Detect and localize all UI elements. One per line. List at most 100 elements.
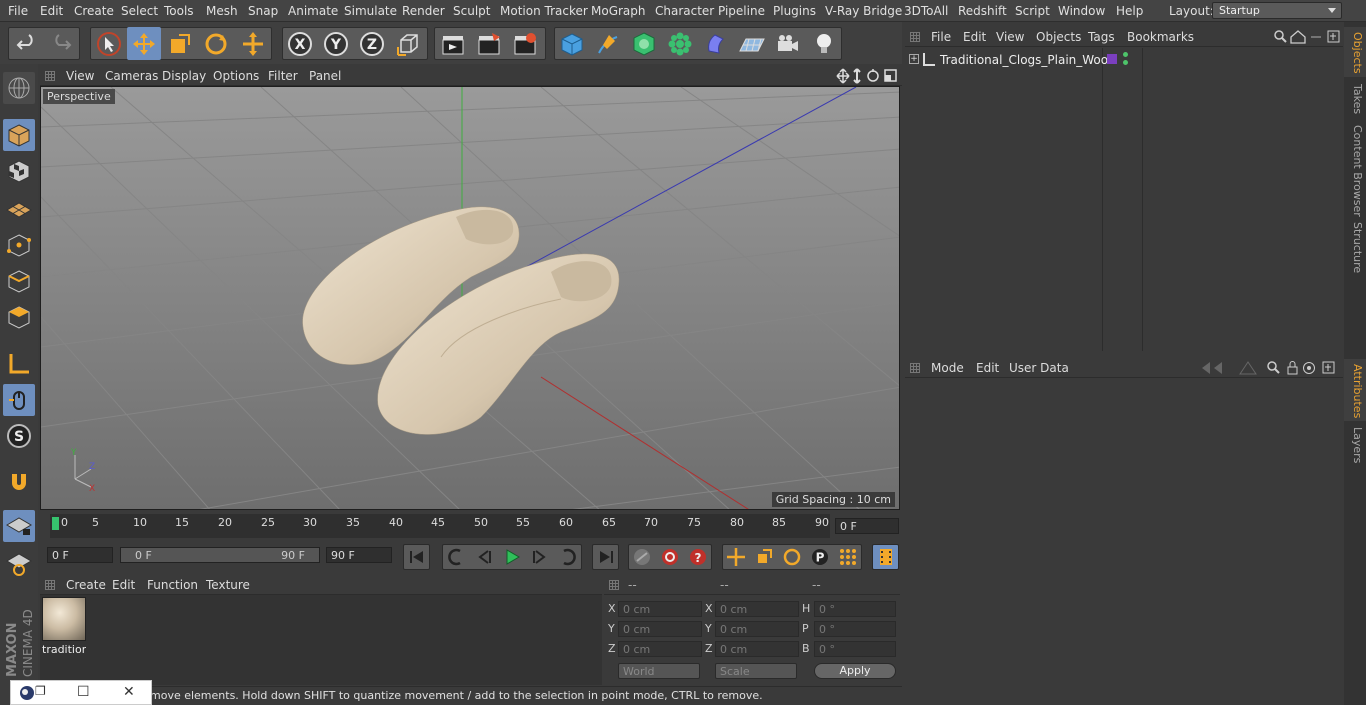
preview-range-slider[interactable]: 0 F 90 F: [120, 547, 320, 563]
keyframe-selection-button[interactable]: ?: [684, 544, 711, 570]
z-axis-lock-button[interactable]: Z: [355, 27, 389, 60]
tab-structure[interactable]: Structure: [1346, 222, 1364, 273]
tab-attributes[interactable]: Attributes: [1346, 364, 1364, 418]
tab-takes[interactable]: Takes: [1346, 84, 1364, 114]
menu-motion-tracker[interactable]: Motion Tracker: [500, 4, 588, 18]
timeline-ruler[interactable]: 0 5 10 15 20 25 30 35 40 45 50 55 60 65 …: [50, 514, 830, 538]
pos-x-field[interactable]: 0 cm: [618, 601, 702, 617]
apply-button[interactable]: Apply: [814, 663, 896, 679]
autokeying-button[interactable]: [656, 544, 683, 570]
panel-grip-icon[interactable]: [45, 580, 55, 590]
menu-character[interactable]: Character: [655, 4, 714, 18]
menu-select[interactable]: Select: [121, 4, 158, 18]
x-axis-lock-button[interactable]: X: [283, 27, 317, 60]
menu-snap[interactable]: Snap: [248, 4, 278, 18]
menu-animate[interactable]: Animate: [288, 4, 338, 18]
viewport-menu-cameras[interactable]: Cameras: [105, 69, 158, 83]
next-frame-button[interactable]: [526, 544, 553, 570]
snap-button[interactable]: [3, 467, 35, 499]
object-manager-tools[interactable]: [1273, 29, 1341, 45]
rot-h-field[interactable]: 0 °: [814, 601, 896, 617]
coordinate-mode-dropdown[interactable]: World: [618, 663, 700, 679]
material-menu-texture[interactable]: Texture: [206, 578, 250, 592]
make-editable-button[interactable]: [3, 72, 35, 104]
menu-file[interactable]: File: [8, 4, 28, 18]
menu-edit[interactable]: Edit: [40, 4, 63, 18]
position-key-button[interactable]: [722, 544, 749, 570]
menu-mograph[interactable]: MoGraph: [591, 4, 646, 18]
tab-objects[interactable]: Objects: [1346, 32, 1364, 74]
deformer-button[interactable]: [699, 27, 733, 60]
menu-sculpt[interactable]: Sculpt: [453, 4, 490, 18]
object-menu-edit[interactable]: Edit: [963, 30, 986, 44]
points-mode-button[interactable]: [3, 229, 35, 261]
polygons-mode-button[interactable]: [3, 301, 35, 333]
object-menu-objects[interactable]: Objects: [1036, 30, 1081, 44]
object-menu-bookmarks[interactable]: Bookmarks: [1127, 30, 1194, 44]
tab-layers[interactable]: Layers: [1346, 427, 1364, 463]
previous-frame-button[interactable]: [470, 544, 497, 570]
material-menu-create[interactable]: Create: [66, 578, 106, 592]
viewport-menu-options[interactable]: Options: [213, 69, 259, 83]
pos-y-field[interactable]: 0 cm: [618, 621, 702, 637]
object-row[interactable]: + Traditional_Clogs_Plain_Wood: [905, 50, 1343, 70]
expand-icon[interactable]: +: [909, 54, 919, 64]
cube-object-button[interactable]: [555, 27, 589, 60]
y-axis-lock-button[interactable]: Y: [319, 27, 353, 60]
viewport-menu-panel[interactable]: Panel: [309, 69, 341, 83]
workplane-mode-button[interactable]: [3, 191, 35, 223]
menu-help[interactable]: Help: [1116, 4, 1143, 18]
point-level-key-button[interactable]: [834, 544, 861, 570]
pos-z-field[interactable]: 0 cm: [618, 641, 702, 657]
menu-mesh[interactable]: Mesh: [206, 4, 238, 18]
end-frame-field[interactable]: 90 F: [326, 547, 392, 563]
maximize-icon[interactable]: ☐: [77, 684, 90, 700]
move-tool-button[interactable]: [127, 27, 161, 60]
object-menu-file[interactable]: File: [931, 30, 951, 44]
edges-mode-button[interactable]: [3, 265, 35, 297]
camera-button[interactable]: [771, 27, 805, 60]
restore-icon[interactable]: ❐: [35, 684, 46, 698]
tab-content-browser[interactable]: Content Browser: [1346, 125, 1364, 217]
redo-icon[interactable]: [44, 31, 78, 57]
texture-mode-button[interactable]: [3, 155, 35, 187]
menu-3dtoall[interactable]: 3DToAll: [904, 4, 948, 18]
rotation-key-button[interactable]: [778, 544, 805, 570]
viewport-menu-filter[interactable]: Filter: [268, 69, 298, 83]
editor-visibility-dot[interactable]: [1123, 52, 1128, 57]
rotate-tool-button[interactable]: [199, 27, 233, 60]
record-active-objects-button[interactable]: [628, 544, 655, 570]
size-x-field[interactable]: 0 cm: [715, 601, 799, 617]
pen-spline-button[interactable]: [591, 27, 625, 60]
play-button[interactable]: [498, 544, 525, 570]
menu-window[interactable]: Window: [1058, 4, 1105, 18]
live-selection-button[interactable]: [92, 27, 126, 60]
timeline-window-button[interactable]: [872, 544, 899, 570]
planar-workplane-button[interactable]: [3, 548, 35, 580]
size-mode-dropdown[interactable]: Scale: [715, 663, 797, 679]
panel-grip-icon[interactable]: [910, 32, 920, 42]
subdivision-surface-button[interactable]: [627, 27, 661, 60]
playhead-marker[interactable]: [52, 517, 59, 530]
current-frame-field[interactable]: 0 F: [835, 518, 899, 534]
layer-color-swatch[interactable]: [1107, 54, 1117, 64]
floor-button[interactable]: [735, 27, 769, 60]
render-visibility-dot[interactable]: [1123, 60, 1128, 65]
menu-pipeline[interactable]: Pipeline: [718, 4, 765, 18]
material-swatch[interactable]: tradition: [42, 597, 86, 656]
workplane-snap-button[interactable]: [3, 510, 35, 542]
material-menu-edit[interactable]: Edit: [112, 578, 135, 592]
menu-script[interactable]: Script: [1015, 4, 1050, 18]
go-to-start-button[interactable]: [403, 544, 430, 570]
next-key-button[interactable]: [554, 544, 581, 570]
panel-grip-icon[interactable]: [910, 363, 920, 373]
render-view-button[interactable]: [436, 27, 470, 60]
attributes-menu-edit[interactable]: Edit: [976, 361, 999, 375]
cloner-button[interactable]: [663, 27, 697, 60]
viewport-menu-display[interactable]: Display: [162, 69, 206, 83]
close-icon[interactable]: ✕: [123, 684, 135, 700]
size-y-field[interactable]: 0 cm: [715, 621, 799, 637]
scale-key-button[interactable]: [750, 544, 777, 570]
light-button[interactable]: [807, 27, 841, 60]
model-mode-button[interactable]: [3, 119, 35, 151]
